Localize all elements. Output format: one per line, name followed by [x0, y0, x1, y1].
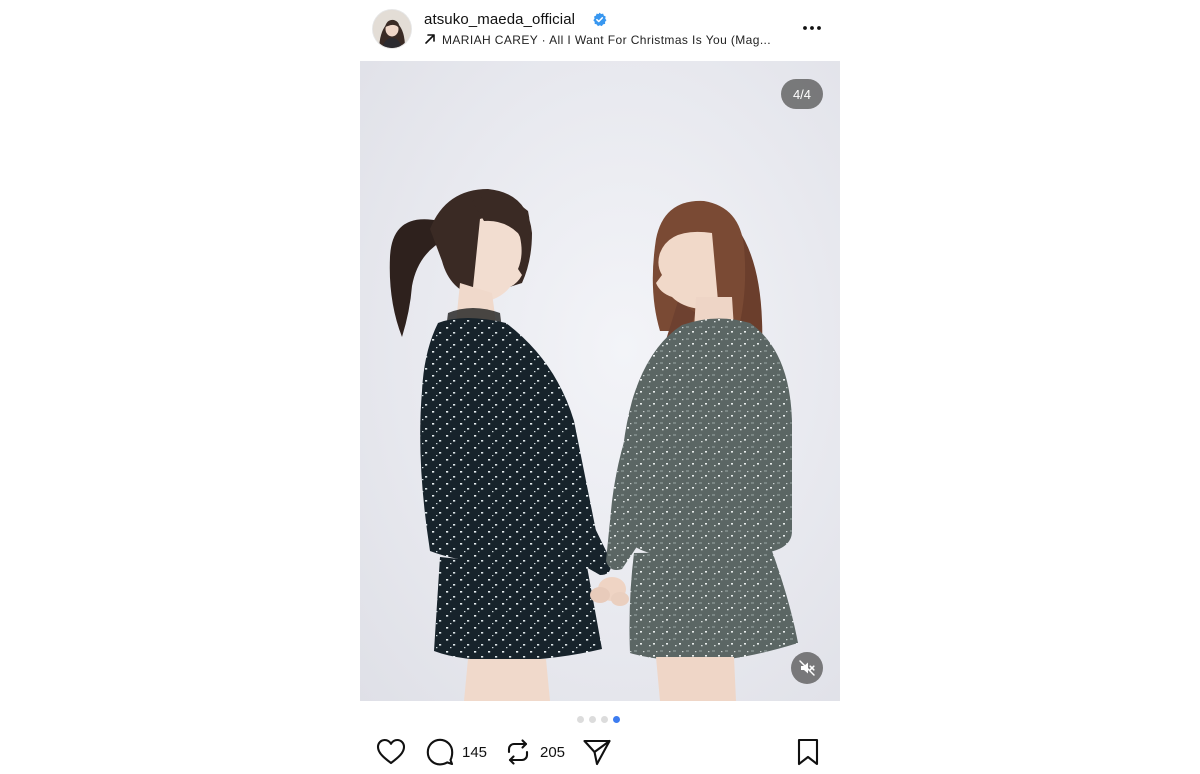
paper-plane-icon	[583, 739, 611, 766]
threads-post: atsuko_maeda_official MARIAH CAREY · All…	[0, 0, 1200, 774]
verified-badge-icon	[593, 12, 607, 27]
save-button[interactable]	[796, 738, 820, 766]
username[interactable]: atsuko_maeda_official	[424, 11, 575, 28]
share-button[interactable]	[582, 738, 612, 766]
post-actions: 145 205	[360, 730, 840, 774]
arrow-up-right-icon	[425, 34, 435, 44]
carousel-dot[interactable]	[589, 716, 596, 723]
post-photo	[389, 189, 798, 701]
like-button[interactable]	[376, 738, 406, 766]
comment-count: 145	[462, 743, 488, 761]
carousel-dot[interactable]	[601, 716, 608, 723]
bookmark-icon	[797, 738, 819, 766]
repost-count: 205	[540, 743, 566, 761]
more-options-button[interactable]	[798, 14, 826, 42]
carousel-indicator	[577, 716, 620, 724]
music-label: MARIAH CAREY · All I Want For Christmas …	[442, 33, 772, 47]
speaker-muted-icon	[799, 660, 815, 676]
slide-counter: 4/4	[781, 79, 823, 109]
heart-icon	[376, 738, 406, 765]
repost-button[interactable]: 205	[504, 738, 565, 766]
mute-toggle-button[interactable]	[791, 652, 823, 684]
carousel-dot[interactable]	[577, 716, 584, 723]
more-horizontal-icon	[803, 26, 821, 30]
post-media[interactable]: 4/4	[360, 61, 840, 701]
repost-arrows-icon	[507, 739, 529, 765]
music-attribution[interactable]: MARIAH CAREY · All I Want For Christmas …	[424, 33, 771, 49]
comment-bubble-icon	[426, 738, 454, 766]
left-person	[389, 189, 611, 701]
right-person	[606, 200, 798, 701]
comment-button[interactable]: 145	[426, 738, 487, 766]
hands	[590, 577, 629, 606]
carousel-dot-active[interactable]	[613, 716, 620, 723]
post-header: atsuko_maeda_official MARIAH CAREY · All…	[360, 0, 840, 60]
avatar[interactable]	[373, 10, 411, 48]
